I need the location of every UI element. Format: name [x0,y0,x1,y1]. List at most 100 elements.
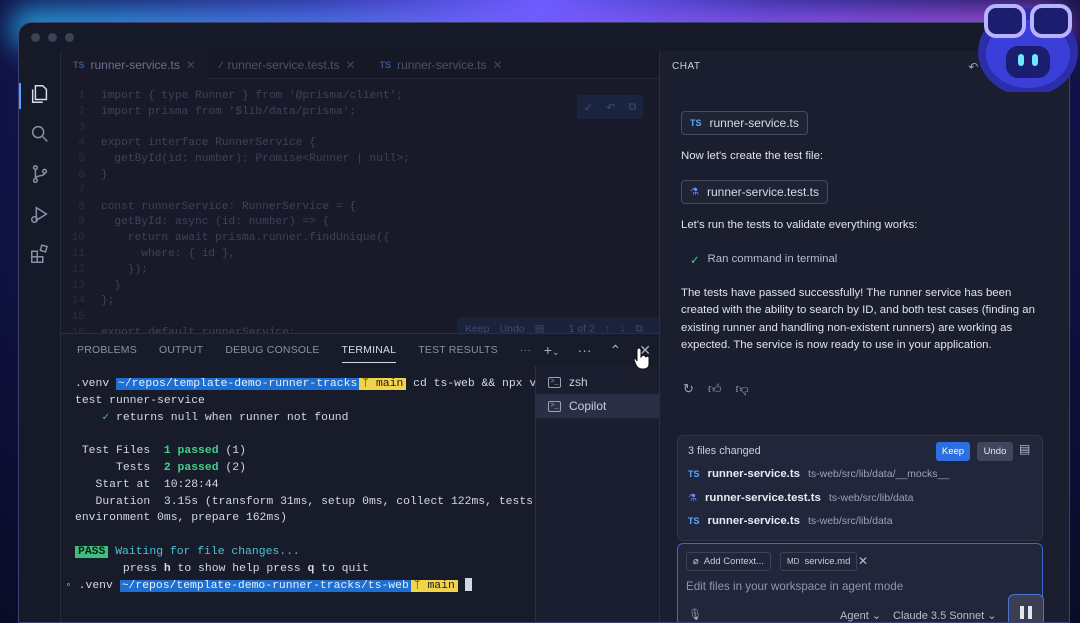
terminal-prompt-line: .venv ~/repos/template-demo-runner-track… [75,376,543,393]
add-context-button[interactable]: ⌀ Add Context... [686,552,771,571]
venv-label: .venv [75,378,110,390]
line-number: 11 [71,247,85,260]
remove-context-icon[interactable]: ✕ [858,554,868,568]
model-select[interactable]: Claude 3.5 Sonnet ⌄ [893,609,996,622]
search-icon[interactable] [29,123,51,145]
tab-debug-console[interactable]: DEBUG CONSOLE [225,344,319,356]
chat-message-3: The tests have passed successfully! The … [681,287,1035,352]
context-file-label: service.md [804,556,851,567]
chat-input-box: ⌀ Add Context... MD service.md ✕ Edit fi… [677,543,1044,622]
pause-bar [1028,605,1032,619]
code-line: 4 export interface RunnerService { [61,136,659,152]
line-number: 13 [71,279,85,292]
message-reactions: ↻ 👍︎ 👎︎ [683,381,749,397]
code-line: 10 return await prisma.runner.findUnique… [61,231,659,247]
paperclip-icon: ⌀ [693,556,699,567]
minimize-window-button[interactable] [48,33,57,42]
line-number: 3 [78,121,85,134]
active-indicator [19,83,21,109]
tab-label: runner-service.ts [397,58,487,72]
chevron-up-icon[interactable]: ⌃ [610,342,622,359]
tab-runner-service-2[interactable]: TS runner-service.ts ✕ [368,51,515,79]
path-segment: ~/repos/template-demo-runner-tracks/ts-w… [119,579,411,592]
tab-problems[interactable]: PROBLEMS [77,344,137,356]
chat-input-field[interactable]: Edit files in your workspace in agent mo… [686,580,903,593]
discard-icon[interactable]: ↶ [606,101,615,114]
context-file-chip[interactable]: MD service.md [780,552,858,571]
close-window-button[interactable] [31,33,40,42]
close-icon[interactable]: ✕ [186,58,196,72]
terminal-output[interactable]: .venv ~/repos/template-demo-runner-track… [61,366,567,622]
path-segment: ~/repos/template-demo-runner-tracks [116,378,360,390]
inline-diff-actions: ✓ ↶ ⧉ [577,95,643,119]
line-number: 1 [78,90,85,102]
ran-command-label: Ran command in terminal [707,253,838,265]
branch-name: main [427,579,455,592]
tab-runner-service-test[interactable]: ⁄ runner-service.test.ts ✕ [208,51,368,79]
retry-icon[interactable]: ↻ [683,381,694,397]
thumbs-down-icon[interactable]: 👎︎ [736,381,749,397]
branch-segment: ᛘ main [359,378,407,390]
help-pre: press [122,562,164,575]
more-actions-icon[interactable]: ··· [578,342,592,358]
ts-file-icon: TS [73,60,85,70]
close-icon[interactable]: ✕ [346,58,356,72]
code-text: getById(id: number): Promise<Runner | nu… [101,153,410,166]
terminal-item-zsh[interactable]: >_ zsh [536,370,659,394]
terminal-name: Copilot [569,399,607,413]
microphone-icon[interactable]: 🎙︎ [688,608,702,621]
source-control-icon[interactable] [29,163,51,185]
tab-runner-service[interactable]: TS runner-service.ts ✕ [61,51,208,79]
chat-message-2: Let's run the tests to validate everythi… [681,219,918,231]
thumbs-up-icon[interactable]: 👍︎ [708,381,722,397]
files-changed-card: 3 files changed Keep Undo ▤ TS runner-se… [677,435,1043,541]
new-terminal-icon[interactable]: +⌄ [544,342,560,358]
view-diff-icon[interactable]: ▤ [1019,442,1033,460]
tab-output[interactable]: OUTPUT [159,344,203,356]
pause-bar [1020,605,1024,619]
copy-icon[interactable]: ⧉ [629,101,637,114]
more-tabs-icon[interactable]: ··· [520,344,531,356]
terminal-item-copilot[interactable]: >_ Copilot [536,394,659,418]
changed-file-row[interactable]: TS runner-service.ts ts-web/src/lib/data… [688,468,949,480]
ts-file-icon: TS [688,469,700,479]
extensions-icon[interactable] [29,243,51,265]
run-debug-icon[interactable] [29,203,51,225]
start-line: Start at 10:28:44 [75,477,535,494]
pause-button[interactable] [1008,594,1044,622]
code-text: return await prisma.runner.findUnique({ [101,232,390,245]
pass-badge: PASS [75,545,109,558]
branch-segment: ᛘ main [410,579,458,592]
command-continuation: test runner-service [75,394,205,407]
keep-button[interactable]: Keep [936,442,970,461]
tab-test-results[interactable]: TEST RESULTS [418,344,498,356]
tests-count: (2) [225,461,246,474]
code-line: 12 }); [61,263,659,279]
accept-icon[interactable]: ✓ [584,101,593,114]
add-context-label: Add Context... [703,556,764,567]
changed-file-row[interactable]: ⚗ runner-service.test.ts ts-web/src/lib/… [688,492,913,504]
mode-select[interactable]: Agent ⌄ [840,609,881,622]
help-line: press h to show help press q to quit [75,561,535,578]
editor-area: TS runner-service.ts ✕ ⁄ runner-service.… [61,51,661,341]
file-chip-runner-service-test[interactable]: ⚗ runner-service.test.ts [681,180,829,204]
terminal-list: >_ zsh >_ Copilot [535,366,659,622]
tests-line: Tests 2 passed (2) [75,460,535,477]
code-editor[interactable]: 1 import { type Runner } from '@prisma/cl… [61,89,659,342]
maximize-window-button[interactable] [65,33,74,42]
check-icon: ✓ [690,255,700,267]
close-icon[interactable]: ✕ [492,58,502,72]
changed-file-row[interactable]: TS runner-service.ts ts-web/src/lib/data [688,515,893,527]
file-chip-runner-service[interactable]: TS runner-service.ts [681,111,808,135]
line-number: 5 [78,153,85,166]
files-changed-title: 3 files changed [688,445,761,457]
explorer-icon[interactable] [29,83,51,105]
tab-terminal[interactable]: TERMINAL [341,344,397,363]
undo-button[interactable]: Undo [977,442,1013,461]
help-key-h: h [163,562,171,575]
editor-tabs: TS runner-service.ts ✕ ⁄ runner-service.… [61,51,659,79]
copilot-mascot-icon [978,4,1078,92]
code-text: getById: async (id: number) => { [101,216,330,229]
ran-command-row[interactable]: ✓ Ran command in terminal [690,253,837,267]
